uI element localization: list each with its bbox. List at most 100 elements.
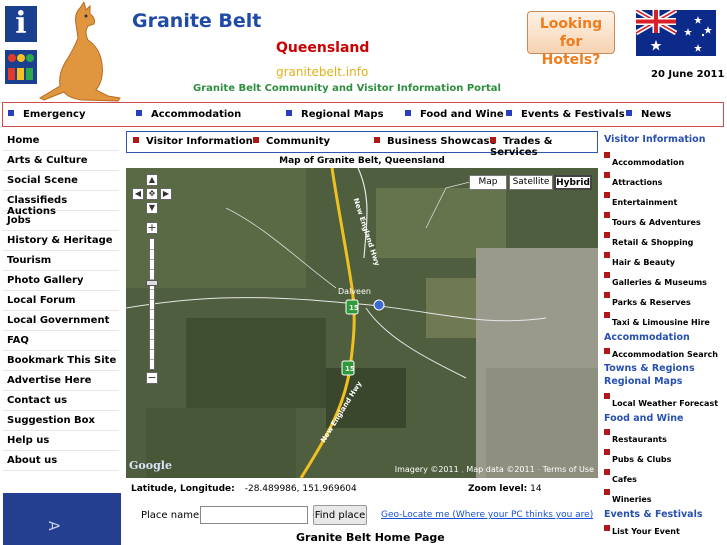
sub-nav-community[interactable]: Community <box>253 136 330 147</box>
right-link[interactable]: Accommodation Search <box>604 345 727 360</box>
left-banner[interactable]: A <box>3 493 121 545</box>
right-heading[interactable]: Regional Maps <box>604 376 727 390</box>
coordinates-readout: Latitude, Longitude: -28.489986, 151.9696… <box>131 484 357 494</box>
left-menu-item[interactable]: Social Scene <box>3 171 119 191</box>
left-menu-item[interactable]: Help us <box>3 431 119 451</box>
australian-flag <box>636 10 716 56</box>
sub-nav-trades-services[interactable]: Trades & Services <box>490 136 597 158</box>
sub-nav-label: Business Showcase <box>387 136 497 147</box>
top-nav-regional-maps[interactable]: Regional Maps <box>286 109 384 120</box>
zoom-level-readout: Zoom level: 14 <box>468 484 542 494</box>
zoom-level-value: 14 <box>530 484 542 494</box>
top-nav-emergency[interactable]: Emergency <box>8 109 85 120</box>
zoom-level-label: Zoom level: <box>468 484 528 494</box>
right-link[interactable]: Wineries <box>604 486 727 506</box>
imagery-credit: Imagery ©2011 <box>394 465 459 474</box>
pan-down-icon[interactable]: ▼ <box>146 202 158 214</box>
right-heading[interactable]: Visitor Information <box>604 131 727 149</box>
right-link[interactable]: Accommodation <box>604 149 727 169</box>
left-menu-item[interactable]: Arts & Culture <box>3 151 119 171</box>
right-heading[interactable]: Food and Wine <box>604 410 727 426</box>
right-heading[interactable]: Towns & Regions <box>604 360 727 376</box>
geo-locate-link[interactable]: Geo-Locate me (Where your PC thinks you … <box>381 510 593 520</box>
right-link[interactable]: Retail & Shopping <box>604 229 727 249</box>
right-link[interactable]: Cafes <box>604 466 727 486</box>
zoom-slider-thumb[interactable] <box>146 280 158 286</box>
bullet-icon <box>286 110 292 116</box>
terms-link[interactable]: Terms of Use <box>543 465 594 474</box>
current-date: 20 June 2011 <box>651 69 725 80</box>
right-link[interactable]: Hair & Beauty <box>604 249 727 269</box>
sub-nav-label: Community <box>266 136 331 147</box>
info-icon[interactable]: i <box>5 6 37 42</box>
left-menu-item[interactable]: Photo Gallery <box>3 271 119 291</box>
zoom-out-icon[interactable]: − <box>146 372 158 384</box>
top-nav-food-and-wine[interactable]: Food and Wine <box>405 109 504 120</box>
bullet-icon <box>374 137 380 143</box>
map-view[interactable]: Dalveen New England Hwy New England Hwy … <box>126 168 598 478</box>
right-link[interactable]: Restaurants <box>604 426 727 446</box>
top-nav-label: Regional Maps <box>301 109 384 120</box>
map-type-satellite-button[interactable]: Satellite <box>509 175 553 190</box>
google-logo[interactable]: Google <box>129 459 172 472</box>
right-link[interactable]: List Your Event <box>604 522 727 537</box>
bullet-icon <box>626 110 632 116</box>
right-heading[interactable]: Accommodation <box>604 329 727 345</box>
left-menu: Home Arts & Culture Social Scene Classif… <box>3 131 119 471</box>
bullet-icon <box>136 110 142 116</box>
sub-nav: Visitor Information Community Business S… <box>126 131 598 158</box>
zoom-slider[interactable] <box>149 238 155 370</box>
right-link[interactable]: Galleries & Museums <box>604 269 727 289</box>
site-domain: granitebelt.info <box>276 65 369 79</box>
visitor-info-icon[interactable] <box>5 50 37 84</box>
portal-tagline: Granite Belt Community and Visitor Infor… <box>193 83 501 94</box>
map-type-map-button[interactable]: Map <box>469 175 507 190</box>
right-link[interactable]: Tours & Adventures <box>604 209 727 229</box>
place-name-input[interactable] <box>200 506 308 524</box>
sub-nav-visitor-information[interactable]: Visitor Information <box>133 136 253 147</box>
left-menu-item[interactable]: Suggestion Box <box>3 411 119 431</box>
right-link[interactable]: Taxi & Limousine Hire <box>604 309 727 329</box>
top-nav-label: Events & Festivals <box>521 109 625 120</box>
right-link[interactable]: Pubs & Clubs <box>604 446 727 466</box>
pan-center-icon[interactable]: ✥ <box>146 188 158 200</box>
find-place-button[interactable]: Find place <box>313 505 367 525</box>
bullet-icon <box>506 110 512 116</box>
place-name-label: Place name: <box>141 510 203 521</box>
site-title[interactable]: Granite Belt <box>132 10 261 32</box>
map-type-hybrid-button[interactable]: Hybrid <box>554 175 592 190</box>
pan-right-icon[interactable]: ▶ <box>160 188 172 200</box>
left-menu-item[interactable]: Bookmark This Site <box>3 351 119 371</box>
bullet-icon <box>133 137 139 143</box>
sub-nav-label: Visitor Information <box>146 136 253 147</box>
hotels-button[interactable]: Looking for Hotels? <box>527 11 615 68</box>
left-menu-item[interactable]: Tourism <box>3 251 119 271</box>
top-nav: Emergency Accommodation Regional Maps Fo… <box>2 102 724 127</box>
route-shield: 15 <box>345 365 355 373</box>
left-menu-item[interactable]: Classifieds Auctions <box>3 191 119 217</box>
zoom-in-icon[interactable]: + <box>146 222 158 234</box>
left-menu-item[interactable]: Advertise Here <box>3 371 119 391</box>
left-menu-item[interactable]: Local Government <box>3 311 119 331</box>
left-menu-item[interactable]: History & Heritage <box>3 231 119 251</box>
top-nav-label: Emergency <box>23 109 86 120</box>
left-menu-item[interactable]: About us <box>3 451 119 471</box>
pan-up-icon[interactable]: ▲ <box>146 174 158 186</box>
right-link[interactable]: Attractions <box>604 169 727 189</box>
sub-nav-business-showcase[interactable]: Business Showcase <box>374 136 496 147</box>
left-menu-item[interactable]: FAQ <box>3 331 119 351</box>
top-nav-accommodation[interactable]: Accommodation <box>136 109 241 120</box>
left-banner-text: A <box>45 521 61 531</box>
map-title: Map of Granite Belt, Queensland <box>279 156 445 166</box>
top-nav-news[interactable]: News <box>626 109 671 120</box>
map-attribution: Imagery ©2011 , Map data ©2011 - Terms o… <box>394 465 594 474</box>
right-heading[interactable]: Events & Festivals <box>604 506 727 522</box>
left-menu-item[interactable]: Home <box>3 131 119 151</box>
left-menu-item[interactable]: Local Forum <box>3 291 119 311</box>
right-link[interactable]: Parks & Reserves <box>604 289 727 309</box>
right-link[interactable]: Entertainment <box>604 189 727 209</box>
top-nav-events-festivals[interactable]: Events & Festivals <box>506 109 625 120</box>
right-link[interactable]: Local Weather Forecast <box>604 390 727 410</box>
left-menu-item[interactable]: Contact us <box>3 391 119 411</box>
pan-left-icon[interactable]: ◀ <box>132 188 144 200</box>
